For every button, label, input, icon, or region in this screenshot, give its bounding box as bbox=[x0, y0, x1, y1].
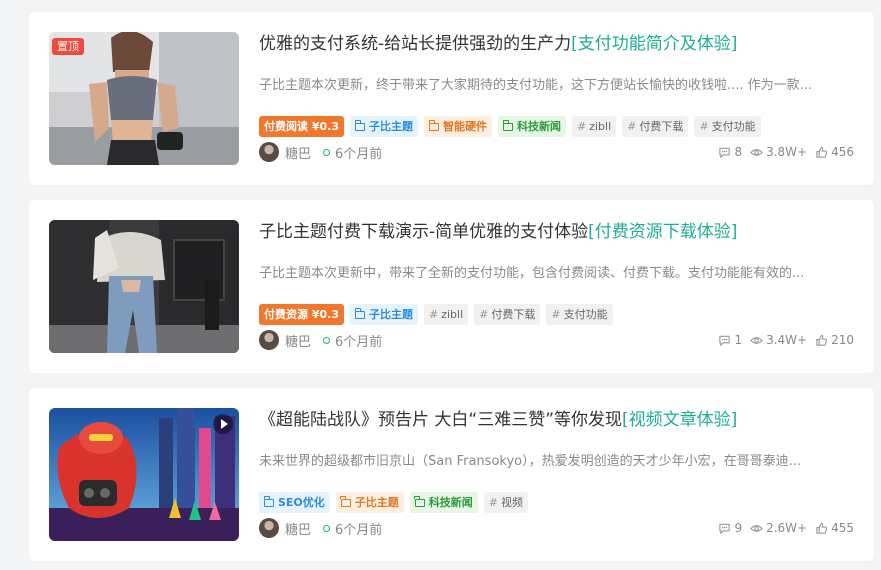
comment-icon bbox=[719, 335, 731, 346]
thumbs-up-icon bbox=[816, 146, 828, 158]
comment-icon bbox=[719, 147, 731, 158]
keyword-tag[interactable]: # 视频 bbox=[483, 492, 529, 513]
folder-icon bbox=[354, 308, 365, 319]
eye-icon bbox=[750, 148, 763, 156]
category-tag[interactable]: 科技新闻 bbox=[409, 492, 478, 513]
hash-icon: # bbox=[576, 120, 587, 133]
keyword-tag[interactable]: # zibll bbox=[571, 116, 617, 137]
folder-icon bbox=[263, 496, 274, 507]
post-body: 子比主题付费下载演示-简单优雅的支付体验[付费资源下载体验] 子比主题本次更新中… bbox=[259, 220, 854, 353]
view-count: 2.6W+ bbox=[750, 521, 807, 535]
view-count: 3.8W+ bbox=[750, 145, 807, 159]
post-card: 子比主题付费下载演示-简单优雅的支付体验[付费资源下载体验] 子比主题本次更新中… bbox=[29, 200, 874, 373]
thumbs-up-icon bbox=[816, 522, 828, 534]
pay-tag[interactable]: 付费阅读 ¥0.3 bbox=[259, 116, 344, 137]
avatar[interactable] bbox=[259, 518, 279, 538]
keyword-tag[interactable]: # zibll bbox=[423, 304, 469, 325]
category-tag[interactable]: SEO优化 bbox=[259, 492, 330, 513]
post-time: 6个月前 bbox=[335, 522, 383, 538]
post-title[interactable]: 子比主题付费下载演示-简单优雅的支付体验[付费资源下载体验] bbox=[259, 220, 854, 246]
folder-icon bbox=[340, 496, 351, 507]
category-tag[interactable]: 智能硬件 bbox=[423, 116, 492, 137]
folder-icon bbox=[414, 496, 425, 507]
keyword-tag[interactable]: # 付费下载 bbox=[474, 304, 541, 325]
keyword-tag[interactable]: # 支付功能 bbox=[546, 304, 613, 325]
eye-icon bbox=[750, 524, 763, 532]
like-count[interactable]: 210 bbox=[815, 333, 854, 347]
author-name[interactable]: 糖巴 bbox=[285, 331, 311, 350]
post-meta: 糖巴 6个月前 8 3.8W+ 456 bbox=[259, 141, 854, 163]
post-meta: 糖巴 6个月前 9 2.6W+ 455 bbox=[259, 517, 854, 539]
hash-icon: # bbox=[699, 120, 709, 133]
post-meta: 糖巴 6个月前 1 3.4W+ 210 bbox=[259, 329, 854, 351]
view-count: 3.4W+ bbox=[750, 333, 807, 347]
avatar[interactable] bbox=[259, 142, 279, 162]
pinned-badge: 置顶 bbox=[52, 38, 84, 55]
post-tags: 付费资源 ¥0.3 子比主题 # zibll # 付费下载 # 支付功能 bbox=[259, 304, 854, 326]
post-tags: 付费阅读 ¥0.3 子比主题 智能硬件 科技新闻 # zibll # 付费下载 # 支… bbox=[259, 116, 854, 138]
comment-count[interactable]: 9 bbox=[718, 521, 742, 535]
pay-tag[interactable]: 付费资源 ¥0.3 bbox=[259, 304, 344, 325]
post-title-subtitle: [视频文章体验] bbox=[622, 410, 738, 430]
post-title[interactable]: 优雅的支付系统-给站长提供强劲的生产力[支付功能简介及体验] bbox=[259, 32, 854, 58]
eye-icon bbox=[750, 336, 763, 344]
post-title-subtitle: [支付功能简介及体验] bbox=[571, 34, 738, 54]
hash-icon: # bbox=[627, 120, 637, 133]
post-thumbnail[interactable] bbox=[49, 220, 239, 353]
keyword-tag[interactable]: # 付费下载 bbox=[622, 116, 689, 137]
post-title-main: 子比主题付费下载演示-简单优雅的支付体验 bbox=[259, 222, 589, 242]
post-card: 《超能陆战队》预告片 大白“三难三赞”等你发现[视频文章体验] 未来世界的超级都… bbox=[29, 388, 874, 561]
avatar[interactable] bbox=[259, 330, 279, 350]
comment-count[interactable]: 8 bbox=[718, 145, 742, 159]
clock-icon bbox=[323, 336, 331, 344]
hash-icon: # bbox=[479, 308, 489, 321]
post-excerpt: 子比主题本次更新，终于带来了大家期待的支付功能，这下方便站长愉快的收钱啦....… bbox=[259, 78, 813, 93]
post-body: 优雅的支付系统-给站长提供强劲的生产力[支付功能简介及体验] 子比主题本次更新，… bbox=[259, 32, 854, 165]
like-count[interactable]: 456 bbox=[815, 145, 854, 159]
category-tag[interactable]: 子比主题 bbox=[335, 492, 404, 513]
post-excerpt: 子比主题本次更新中，带来了全新的支付功能，包含付费阅读、付费下载。支付功能能有效… bbox=[259, 266, 805, 281]
post-title[interactable]: 《超能陆战队》预告片 大白“三难三赞”等你发现[视频文章体验] bbox=[259, 408, 854, 434]
keyword-tag[interactable]: # 支付功能 bbox=[694, 116, 761, 137]
thumbnail-image bbox=[49, 408, 239, 541]
clock-icon bbox=[323, 148, 331, 156]
hash-icon: # bbox=[428, 308, 439, 321]
clock-icon bbox=[323, 524, 331, 532]
category-tag[interactable]: 科技新闻 bbox=[497, 116, 566, 137]
category-tag[interactable]: 子比主题 bbox=[349, 304, 418, 325]
post-excerpt: 未来世界的超级都市旧京山（San Fransokyo），热爱发明创造的天才少年小… bbox=[259, 454, 802, 469]
play-icon[interactable] bbox=[213, 414, 233, 434]
post-time: 6个月前 bbox=[335, 146, 383, 162]
post-time: 6个月前 bbox=[335, 334, 383, 350]
like-count[interactable]: 455 bbox=[815, 521, 854, 535]
post-stats: 8 3.8W+ 456 bbox=[718, 145, 854, 159]
hash-icon: # bbox=[551, 308, 561, 321]
post-list: 置顶 优雅的支付系统-给站长提供强劲的生产力[支付功能简介及体验] 子比主题本次… bbox=[0, 0, 881, 570]
post-stats: 1 3.4W+ 210 bbox=[718, 333, 854, 347]
post-thumbnail[interactable] bbox=[49, 408, 239, 541]
post-body: 《超能陆战队》预告片 大白“三难三赞”等你发现[视频文章体验] 未来世界的超级都… bbox=[259, 408, 854, 541]
folder-icon bbox=[428, 120, 439, 131]
post-card: 置顶 优雅的支付系统-给站长提供强劲的生产力[支付功能简介及体验] 子比主题本次… bbox=[29, 12, 874, 185]
folder-icon bbox=[354, 120, 365, 131]
post-title-main: 优雅的支付系统-给站长提供强劲的生产力 bbox=[259, 34, 572, 54]
author-name[interactable]: 糖巴 bbox=[285, 519, 311, 538]
category-tag[interactable]: 子比主题 bbox=[349, 116, 418, 137]
hash-icon: # bbox=[488, 496, 499, 509]
post-tags: SEO优化 子比主题 科技新闻 # 视频 bbox=[259, 492, 854, 514]
post-title-subtitle: [付费资源下载体验] bbox=[588, 222, 738, 242]
thumbs-up-icon bbox=[816, 334, 828, 346]
comment-icon bbox=[719, 523, 731, 534]
thumbnail-image bbox=[49, 220, 239, 353]
post-stats: 9 2.6W+ 455 bbox=[718, 521, 854, 535]
comment-count[interactable]: 1 bbox=[718, 333, 742, 347]
folder-icon bbox=[502, 120, 513, 131]
post-thumbnail[interactable]: 置顶 bbox=[49, 32, 239, 165]
post-title-main: 《超能陆战队》预告片 大白“三难三赞”等你发现 bbox=[259, 410, 623, 430]
author-name[interactable]: 糖巴 bbox=[285, 143, 311, 162]
